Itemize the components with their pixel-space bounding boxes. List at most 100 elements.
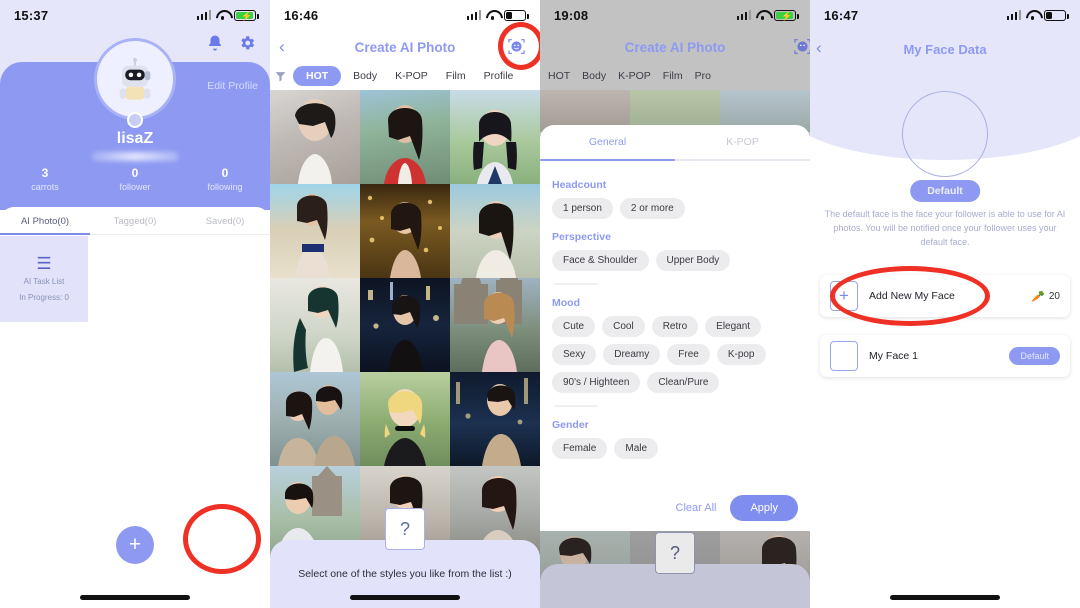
chip-sexy[interactable]: Sexy bbox=[552, 344, 597, 366]
ai-task-list-card[interactable]: ☰ AI Task List In Progress: 0 bbox=[0, 236, 88, 322]
category-tabs: HOT Body K-POP Film Pro bbox=[540, 62, 810, 90]
profile-tabs: AI Photo(0) Tagged(0) Saved(0) bbox=[0, 207, 270, 235]
face-scan-icon[interactable] bbox=[793, 37, 810, 56]
cellular-signal-icon bbox=[1006, 10, 1021, 20]
create-fab-button[interactable]: + bbox=[116, 526, 154, 564]
add-new-face-row[interactable]: + Add New My Face 🥕 20 bbox=[820, 275, 1070, 317]
photo-thumbnail[interactable] bbox=[450, 90, 540, 184]
avatar-badge bbox=[127, 112, 143, 128]
chip-90s-highteen[interactable]: 90's / Highteen bbox=[552, 372, 641, 394]
home-indicator bbox=[80, 595, 190, 600]
placeholder-style-card[interactable]: ? bbox=[655, 532, 695, 574]
bell-icon[interactable] bbox=[206, 34, 224, 52]
group-divider bbox=[554, 283, 598, 286]
gear-icon[interactable] bbox=[238, 34, 256, 52]
style-photo-grid bbox=[270, 90, 540, 570]
status-time: 19:08 bbox=[554, 7, 589, 23]
photo-thumbnail[interactable] bbox=[360, 278, 450, 372]
chip-face-shoulder[interactable]: Face & Shoulder bbox=[552, 250, 649, 272]
chip-clean-pure[interactable]: Clean/Pure bbox=[647, 372, 720, 394]
stat-value: 0 bbox=[221, 166, 229, 180]
robot-avatar-icon bbox=[119, 57, 151, 100]
tab-ai-photo[interactable]: AI Photo(0) bbox=[0, 216, 90, 227]
chip-female[interactable]: Female bbox=[552, 438, 608, 460]
tab-kpop[interactable]: K-POP bbox=[675, 136, 810, 148]
status-icons: ⚡ bbox=[736, 9, 799, 21]
photo-thumbnail[interactable] bbox=[270, 372, 360, 466]
category-kpop[interactable]: K-POP bbox=[389, 70, 434, 82]
chip-dreamy[interactable]: Dreamy bbox=[603, 344, 661, 366]
battery-icon: ⚡ bbox=[234, 9, 259, 21]
navigation-bar: Create AI Photo bbox=[540, 32, 810, 62]
category-profile[interactable]: Profile bbox=[478, 70, 520, 82]
chip-retro[interactable]: Retro bbox=[651, 316, 699, 338]
default-badge[interactable]: Default bbox=[1009, 347, 1060, 365]
status-time: 16:46 bbox=[284, 7, 319, 23]
home-indicator bbox=[890, 595, 1000, 600]
filter-tabs: General K-POP bbox=[540, 125, 810, 159]
wifi-icon bbox=[1026, 10, 1039, 20]
photo-thumbnail[interactable] bbox=[360, 372, 450, 466]
chip-1-person[interactable]: 1 person bbox=[552, 198, 613, 220]
tab-tagged[interactable]: Tagged(0) bbox=[90, 216, 180, 227]
photo-thumbnail[interactable] bbox=[270, 184, 360, 278]
stat-label: follower bbox=[119, 182, 151, 192]
panel-my-face-data: 16:47 ‹ My Face Data Default The default… bbox=[810, 0, 1080, 608]
edit-profile-button[interactable]: Edit Profile bbox=[207, 80, 258, 92]
category-film[interactable]: Film bbox=[440, 70, 472, 82]
apply-button[interactable]: Apply bbox=[730, 495, 798, 521]
face-scan-icon[interactable] bbox=[507, 37, 526, 56]
status-icons bbox=[1006, 9, 1069, 21]
default-face-badge: Default bbox=[910, 180, 980, 202]
stat-following[interactable]: 0 following bbox=[180, 166, 270, 192]
chip-2-or-more[interactable]: 2 or more bbox=[619, 198, 685, 220]
wifi-icon bbox=[216, 10, 229, 20]
tab-saved[interactable]: Saved(0) bbox=[180, 216, 270, 227]
face-thumbnail bbox=[830, 341, 858, 371]
stat-carrots[interactable]: 3 carrots bbox=[0, 166, 90, 192]
screenshot-strip: 15:37 ⚡ Edit Profile lisaZ 3 carrots 0 f… bbox=[0, 0, 1080, 608]
stat-follower[interactable]: 0 follower bbox=[90, 166, 180, 192]
navigation-bar: ‹ Create AI Photo bbox=[270, 32, 540, 62]
chip-upper-body[interactable]: Upper Body bbox=[655, 250, 731, 272]
page-title: Create AI Photo bbox=[354, 39, 456, 55]
category-body[interactable]: Body bbox=[582, 70, 606, 82]
chip-cool[interactable]: Cool bbox=[602, 316, 645, 338]
ai-task-list-title: AI Task List bbox=[23, 276, 65, 286]
panel-create-ai-photo: 16:46 ‹ Create AI Photo HOT Body K-POP F… bbox=[270, 0, 540, 608]
tab-general[interactable]: General bbox=[540, 136, 675, 148]
battery-icon: ⚡ bbox=[774, 9, 799, 21]
chip-group-mood: Cute Cool Retro Elegant Sexy Dreamy Free… bbox=[552, 316, 798, 394]
category-body[interactable]: Body bbox=[347, 70, 383, 82]
chip-elegant[interactable]: Elegant bbox=[705, 316, 762, 338]
face-preview-circle[interactable] bbox=[902, 91, 988, 177]
chip-cute[interactable]: Cute bbox=[552, 316, 596, 338]
clear-all-button[interactable]: Clear All bbox=[676, 502, 717, 514]
photo-thumbnail[interactable] bbox=[450, 278, 540, 372]
filter-actions: Clear All Apply bbox=[676, 495, 798, 521]
category-profile[interactable]: Pro bbox=[695, 70, 711, 82]
placeholder-style-card[interactable]: ? bbox=[385, 508, 425, 550]
group-title-perspective: Perspective bbox=[552, 231, 611, 244]
photo-thumbnail[interactable] bbox=[360, 90, 450, 184]
category-kpop[interactable]: K-POP bbox=[618, 70, 651, 82]
status-bar: 16:46 bbox=[270, 0, 540, 30]
chip-male[interactable]: Male bbox=[614, 438, 659, 460]
filter-tab-indicator bbox=[540, 159, 810, 162]
photo-thumbnail[interactable] bbox=[450, 184, 540, 278]
back-button[interactable]: ‹ bbox=[279, 38, 285, 55]
annotation-circle-fab bbox=[183, 504, 261, 574]
photo-thumbnail[interactable] bbox=[270, 278, 360, 372]
funnel-icon[interactable] bbox=[274, 70, 287, 83]
category-film[interactable]: Film bbox=[663, 70, 683, 82]
photo-thumbnail[interactable] bbox=[360, 184, 450, 278]
my-face-1-row[interactable]: My Face 1 Default bbox=[820, 335, 1070, 377]
photo-thumbnail[interactable] bbox=[270, 90, 360, 184]
chip-free[interactable]: Free bbox=[667, 344, 710, 366]
wifi-icon bbox=[486, 10, 499, 20]
avatar[interactable] bbox=[94, 38, 176, 120]
chip-kpop[interactable]: K-pop bbox=[716, 344, 766, 366]
category-hot[interactable]: HOT bbox=[548, 70, 570, 82]
photo-thumbnail[interactable] bbox=[450, 372, 540, 466]
category-hot[interactable]: HOT bbox=[293, 66, 342, 86]
